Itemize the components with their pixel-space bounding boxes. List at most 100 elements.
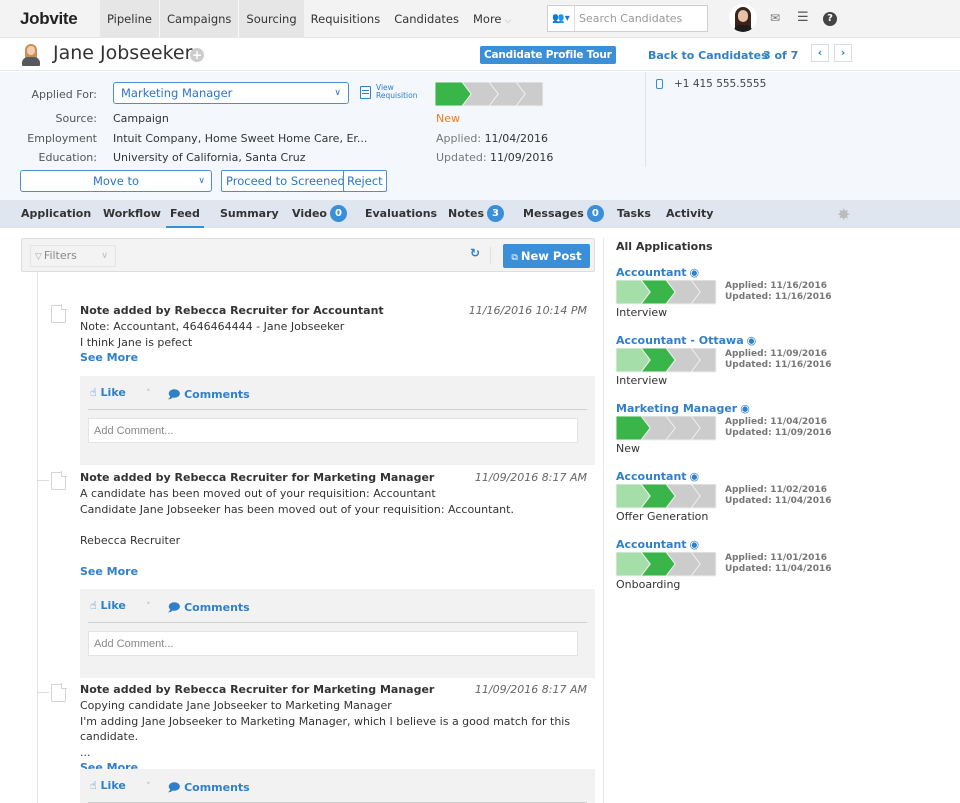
- back-to-candidates-link[interactable]: Back to Candidates: [648, 49, 768, 62]
- application-name-link[interactable]: Accountant ◉: [616, 266, 699, 279]
- application-dates: Applied: 11/04/2016 Updated: 11/09/2016: [725, 417, 832, 439]
- like-label: Like: [100, 386, 126, 399]
- filters-dropdown[interactable]: ▽ Filters ∨: [30, 245, 116, 267]
- application-name-link[interactable]: Accountant - Ottawa ◉: [616, 334, 756, 347]
- view-requisition-link[interactable]: View Requisition: [360, 84, 417, 100]
- reject-button[interactable]: Reject: [343, 170, 387, 192]
- timeline-tick: [37, 692, 49, 693]
- post-text: A candidate has been moved out of your r…: [80, 487, 514, 547]
- help-icon[interactable]: ?: [823, 12, 837, 26]
- add-comment-input[interactable]: [88, 418, 578, 443]
- refresh-icon[interactable]: ↻: [470, 246, 480, 260]
- application-updated-date: Updated: 11/04/2016: [725, 496, 832, 506]
- user-avatar[interactable]: [729, 4, 757, 32]
- proceed-to-screened-button[interactable]: Proceed to Screened: [221, 170, 350, 192]
- tab-label: Workflow: [103, 207, 161, 220]
- eye-icon[interactable]: ◉: [690, 266, 700, 279]
- education-value: University of California, Santa Cruz: [113, 151, 306, 164]
- tab-label: Activity: [666, 207, 714, 220]
- like-button[interactable]: ☝ Like: [90, 779, 126, 792]
- jobvite-logo[interactable]: Jobvite: [20, 9, 78, 29]
- tab-label: Application: [21, 207, 92, 220]
- move-to-select[interactable]: Move to ∨: [20, 170, 212, 192]
- nav-campaigns[interactable]: Campaigns: [159, 0, 239, 38]
- post-timestamp: 11/16/2016 10:14 PM: [468, 304, 587, 317]
- comments-button[interactable]: 🗩 Comments: [168, 386, 250, 405]
- like-label: Like: [100, 599, 126, 612]
- pager-count: 3 of 7: [763, 49, 799, 62]
- applied-for-label: Applied For:: [31, 88, 97, 101]
- tab-tasks[interactable]: Tasks: [617, 200, 651, 228]
- application-name: Accountant: [616, 470, 687, 483]
- tab-video[interactable]: Video 0: [292, 200, 347, 228]
- application-name-link[interactable]: Accountant ◉: [616, 538, 699, 551]
- mail-icon[interactable]: ✉: [770, 11, 780, 25]
- timeline-tick: [37, 480, 49, 481]
- add-icon[interactable]: +: [190, 48, 204, 62]
- thumbs-up-icon: ☝: [90, 599, 97, 612]
- separator-dot: •: [146, 386, 151, 395]
- nav-pipeline[interactable]: Pipeline: [100, 0, 160, 38]
- new-post-button[interactable]: ⧉ New Post: [503, 244, 590, 268]
- application-applied-date: Applied: 11/01/2016: [725, 553, 827, 563]
- people-filter-icon[interactable]: 👥▾: [548, 6, 575, 31]
- comments-button[interactable]: 🗩 Comments: [168, 599, 250, 618]
- application-name-link[interactable]: Accountant ◉: [616, 470, 699, 483]
- tab-workflow[interactable]: Workflow: [103, 200, 161, 228]
- tab-messages[interactable]: Messages 0: [523, 200, 604, 228]
- divider: [88, 622, 587, 623]
- task-list-icon[interactable]: ☰: [797, 10, 809, 25]
- nav-requisitions[interactable]: Requisitions: [304, 0, 388, 38]
- post-text: Note: Accountant, 4646464444 - Jane Jobs…: [80, 320, 345, 349]
- applied-for-select[interactable]: Marketing Manager ∨: [113, 82, 349, 104]
- eye-icon[interactable]: ◉: [747, 334, 757, 347]
- tab-evaluations[interactable]: Evaluations: [365, 200, 437, 228]
- tab-notes[interactable]: Notes 3: [448, 200, 505, 228]
- add-comment-input[interactable]: [88, 631, 578, 656]
- separator-dot: •: [146, 779, 151, 788]
- main-menu: Pipeline Campaigns Sourcing Requisitions…: [100, 0, 518, 38]
- gear-icon[interactable]: ✸: [837, 205, 850, 224]
- nav-more[interactable]: More ⌵: [466, 0, 518, 38]
- application-dates: Applied: 11/01/2016 Updated: 11/04/2016: [725, 553, 832, 575]
- comments-icon: 🗩: [168, 388, 181, 401]
- eye-icon[interactable]: ◉: [690, 470, 700, 483]
- see-more-link[interactable]: See More: [80, 351, 138, 364]
- candidate-profile-tour-button[interactable]: Candidate Profile Tour: [480, 46, 616, 64]
- search-input[interactable]: [575, 7, 705, 30]
- previous-candidate-button[interactable]: ‹: [811, 44, 829, 62]
- tab-summary[interactable]: Summary: [220, 200, 279, 228]
- tab-feed[interactable]: Feed: [166, 200, 204, 228]
- nav-sourcing[interactable]: Sourcing: [238, 0, 304, 38]
- nav-candidates[interactable]: Candidates: [387, 0, 466, 38]
- application-item: Accountant ◉ Applied: 11/02/2016 Updated: 1…: [616, 470, 836, 530]
- filters-label: Filters: [43, 249, 77, 262]
- video-count-badge: 0: [329, 205, 347, 222]
- candidate-header: Jane Jobseeker + Candidate Profile Tour …: [0, 38, 960, 71]
- like-button[interactable]: ☝ Like: [90, 386, 126, 399]
- next-candidate-button[interactable]: ›: [834, 44, 852, 62]
- application-name-link[interactable]: Marketing Manager ◉: [616, 402, 750, 415]
- tab-label: Summary: [220, 207, 279, 220]
- post-body: A candidate has been moved out of your r…: [80, 486, 590, 579]
- application-stage: Offer Generation: [616, 510, 709, 523]
- eye-icon[interactable]: ◉: [740, 402, 750, 415]
- applied-date: Applied: 11/04/2016: [436, 132, 548, 145]
- stage-label: New: [436, 112, 460, 125]
- like-button[interactable]: ☝ Like: [90, 599, 126, 612]
- tab-activity[interactable]: Activity: [666, 200, 713, 228]
- comments-button[interactable]: 🗩 Comments: [168, 779, 250, 798]
- thumbs-up-icon: ☝: [90, 779, 97, 792]
- candidate-avatar: [22, 44, 40, 66]
- stage-progress-bar: [435, 82, 544, 107]
- candidate-search: 👥▾: [547, 5, 708, 32]
- application-applied-date: Applied: 11/02/2016: [725, 485, 827, 495]
- application-updated-date: Updated: 11/09/2016: [725, 428, 832, 438]
- feed-post: Note added by Rebecca Recruiter for Mark…: [37, 683, 595, 803]
- eye-icon[interactable]: ◉: [690, 538, 700, 551]
- see-more-link[interactable]: See More: [80, 565, 138, 578]
- note-document-icon: [51, 683, 67, 702]
- tab-application[interactable]: Application: [21, 200, 91, 228]
- document-icon: [360, 85, 371, 99]
- application-stage-bar: [616, 348, 717, 373]
